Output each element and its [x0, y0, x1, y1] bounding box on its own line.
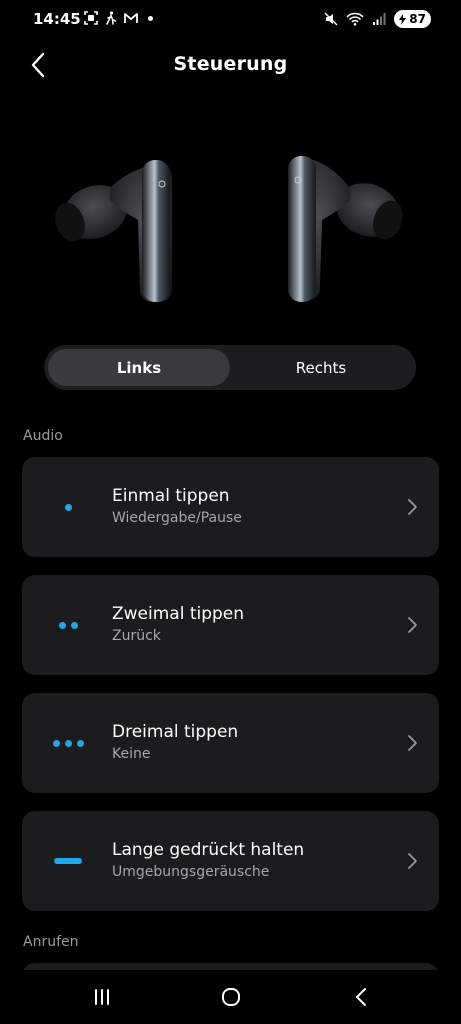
header: Steuerung	[0, 38, 461, 92]
section-label-calls: Anrufen	[23, 934, 79, 950]
tab-links[interactable]: Links	[48, 349, 230, 386]
page-title: Steuerung	[173, 53, 288, 75]
single-tap-icon	[52, 457, 84, 557]
status-left-icons	[84, 11, 153, 25]
control-value: Zurück	[112, 628, 161, 644]
control-title: Lange gedrückt halten	[112, 840, 305, 860]
earbuds-image	[55, 156, 403, 302]
control-title: Einmal tippen	[112, 486, 230, 506]
mute-icon	[324, 12, 338, 26]
tab-rechts[interactable]: Rechts	[230, 349, 412, 386]
chevron-right-icon	[408, 735, 417, 751]
gmail-icon	[124, 13, 138, 23]
signal-icon	[373, 13, 386, 25]
wifi-icon	[346, 12, 364, 26]
back-nav-icon	[356, 988, 366, 1006]
battery-level: 87	[409, 12, 426, 26]
status-time: 14:45	[33, 10, 81, 28]
control-title: Dreimal tippen	[112, 722, 239, 742]
home-icon	[222, 988, 240, 1006]
status-bar: 14:45 87	[0, 0, 461, 38]
control-value: Wiedergabe/Pause	[112, 510, 242, 526]
control-value: Umgebungsgeräusche	[112, 864, 270, 880]
double-tap-icon	[52, 575, 84, 675]
chevron-right-icon	[408, 499, 417, 515]
chevron-right-icon	[408, 853, 417, 869]
recent-apps-icon	[95, 989, 109, 1005]
control-card-single-tap[interactable]: Einmal tippen Wiedergabe/Pause	[22, 457, 439, 557]
control-card-double-tap[interactable]: Zweimal tippen Zurück	[22, 575, 439, 675]
control-title: Zweimal tippen	[112, 604, 245, 624]
chevron-right-icon	[408, 617, 417, 633]
control-card-triple-tap[interactable]: Dreimal tippen Keine	[22, 693, 439, 793]
battery-charging-icon	[399, 13, 407, 25]
right-earbud	[288, 156, 403, 302]
status-right-icons: 87	[324, 10, 431, 28]
section-label-audio: Audio	[23, 428, 63, 444]
back-nav-button[interactable]	[346, 984, 376, 1010]
left-earbud	[55, 160, 172, 302]
notification-dot	[148, 15, 153, 21]
home-button[interactable]	[216, 984, 246, 1010]
battery-indicator: 87	[394, 10, 431, 28]
earbud-side-selector: Links Rechts	[44, 345, 416, 390]
control-card-long-press[interactable]: Lange gedrückt halten Umgebungsgeräusche	[22, 811, 439, 911]
long-press-icon	[52, 811, 84, 911]
recent-apps-button[interactable]	[87, 984, 117, 1010]
triple-tap-icon	[52, 693, 84, 793]
walking-icon	[106, 11, 117, 25]
system-nav-bar	[0, 970, 461, 1024]
screenshot-icon	[84, 11, 98, 25]
control-value: Keine	[112, 746, 151, 762]
